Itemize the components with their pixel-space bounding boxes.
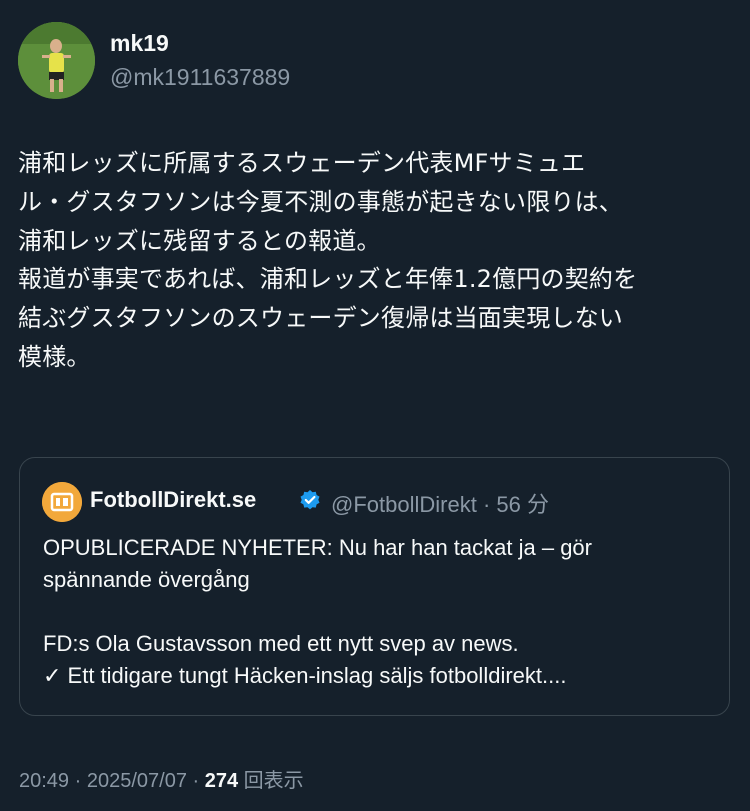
post-date[interactable]: 2025/07/07 [87,770,187,792]
fotbolldirekt-logo-icon [42,482,82,522]
post-time[interactable]: 20:49 [19,770,69,792]
quoted-time[interactable]: 56 分 [496,492,549,517]
author-handle[interactable]: @mk1911637889 [110,64,290,91]
verified-badge-icon [299,489,321,511]
quoted-tweet-card[interactable]: FotbollDirekt.se @FotbollDirekt · 56 分 O… [19,457,730,716]
quoted-meta: @FotbollDirekt · 56 分 [331,487,549,519]
views-label: 回表示 [243,770,304,792]
avatar-image [18,22,95,99]
quoted-tweet-text: OPUBLICERADE NYHETER: Nu har han tackat … [43,535,592,688]
footer-separator: · [192,770,205,792]
author-name[interactable]: mk19 [110,30,169,57]
tweet-text: 浦和レッズに所属するスウェーデン代表MFサミュエ ル・グスタフソンは今夏不測の事… [18,149,638,371]
tweet-footer: 20:49 · 2025/07/07 · 274 回表示 [19,764,304,793]
quoted-author-name[interactable]: FotbollDirekt.se [90,487,256,513]
views-count: 274 [204,770,239,792]
author-avatar[interactable] [18,22,95,99]
footer-separator: · [74,770,87,792]
meta-separator: · [482,492,497,517]
quoted-author-handle[interactable]: @FotbollDirekt [331,492,477,517]
